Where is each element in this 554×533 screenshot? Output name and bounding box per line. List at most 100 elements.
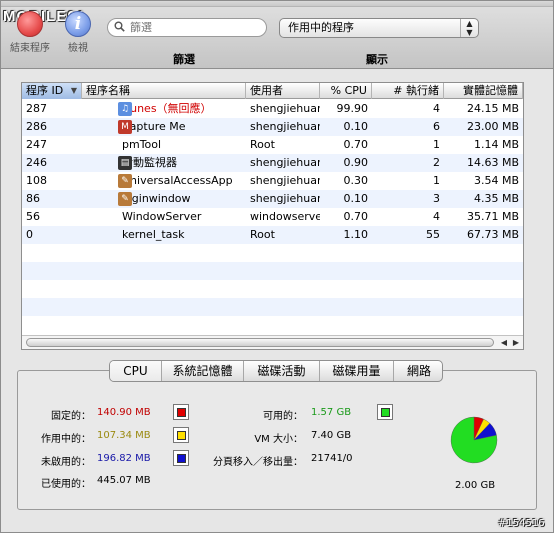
scroll-left-arrow-icon[interactable]: ◀ (498, 337, 510, 349)
column-header-cpu[interactable]: % CPU (320, 83, 372, 99)
inspect-label: 檢視 (68, 43, 88, 54)
cell-user: shengjiehuar (250, 192, 320, 205)
wired-value: 140.90 MB (97, 407, 151, 418)
page-ins-outs-value: 21741/0 (311, 453, 353, 464)
memory-pie-chart (450, 416, 498, 464)
column-header-pid-label: 程序 ID (26, 84, 64, 97)
cell-pid: 287 (26, 102, 47, 115)
cell-pid: 246 (26, 156, 47, 169)
cell-cpu: 0.10 (343, 192, 369, 205)
table-row[interactable]: 287 iTunes（無回應） shengjiehuar 99.90 4 24.15 MB… (22, 100, 523, 118)
column-header-memory[interactable]: 實體記憶體 (444, 83, 523, 99)
inactive-color-swatch[interactable] (173, 450, 189, 466)
table-row[interactable]: 56 WindowServer windowserve 0.70 4 35.71 MB (22, 208, 523, 226)
sort-descending-icon: ▼ (70, 86, 77, 95)
info-icon: i (65, 11, 91, 37)
empty-row (22, 280, 523, 298)
vm-size-value: 7.40 GB (311, 430, 352, 441)
cell-cpu: 99.90 (336, 102, 369, 115)
filter-input[interactable] (130, 20, 260, 35)
table-row[interactable]: 247 pmTool Root 0.70 1 1.14 MB (22, 136, 523, 154)
cell-name: pmTool (122, 138, 162, 151)
tab-network[interactable]: 網路 (394, 361, 442, 381)
vm-size-label: VM 大小： (254, 434, 303, 445)
column-header-name[interactable]: 程序名稱 (82, 83, 246, 99)
table-row[interactable]: 0 kernel_task Root 1.10 55 67.73 MB (22, 226, 523, 244)
active-color-swatch[interactable] (173, 427, 189, 443)
cell-name: UniversalAccessApp (122, 174, 233, 187)
cell-memory: 14.63 MB (466, 156, 519, 169)
free-label: 可用的： (263, 411, 303, 422)
tab-system-memory[interactable]: 系統記憶體 (162, 361, 244, 381)
quit-process-label: 結束程序 (10, 43, 50, 54)
cell-user: windowserve (250, 210, 320, 223)
table-row[interactable]: 86 loginwindow shengjiehuar 0.10 3 4.35 MB ✎ (22, 190, 523, 208)
info-tab-bar: CPU 系統記憶體 磁碟活動 磁碟用量 網路 (109, 360, 443, 382)
total-memory-value: 2.00 GB (455, 480, 496, 491)
cell-user: shengjiehuar (250, 174, 320, 187)
inactive-label: 未啟用的： (41, 457, 91, 468)
cell-threads: 6 (433, 120, 440, 133)
process-type-value: 作用中的程序 (288, 21, 354, 34)
page-ins-outs-label: 分頁移入／移出量： (213, 457, 303, 468)
cell-threads: 1 (433, 174, 440, 187)
cell-name: iTunes（無回應） (122, 102, 212, 115)
cell-user: Root (250, 138, 275, 151)
empty-row (22, 316, 523, 334)
toolbar: MOBILE01 結束程序 i 檢視 篩選 作用中的程序 ▲▼ 顯示 (1, 7, 553, 69)
horizontal-scrollbar[interactable]: ◀ ▶ (22, 335, 523, 349)
display-label: 顯示 (366, 53, 388, 66)
table-row[interactable]: 286 Capture Me shengjiehuar 0.10 6 23.00 MB M (22, 118, 523, 136)
scrollbar-thumb[interactable] (26, 338, 494, 347)
filter-search-box[interactable] (107, 18, 267, 37)
universal-access-icon: ✎ (118, 174, 132, 188)
cell-cpu: 0.30 (343, 174, 369, 187)
cell-pid: 286 (26, 120, 47, 133)
loginwindow-icon: ✎ (118, 192, 132, 206)
table-header: 程序 ID ▼ 程序名稱 使用者 % CPU # 執行緒 實體記憶體 (22, 83, 523, 99)
cell-threads: 4 (433, 210, 440, 223)
filter-label: 篩選 (173, 53, 195, 66)
cell-threads: 4 (433, 102, 440, 115)
process-table: 程序 ID ▼ 程序名稱 使用者 % CPU # 執行緒 實體記憶體 287 iT… (21, 82, 524, 350)
cell-name: Capture Me (122, 120, 186, 133)
tab-disk-activity[interactable]: 磁碟活動 (244, 361, 320, 381)
empty-row (22, 244, 523, 262)
column-header-user[interactable]: 使用者 (246, 83, 320, 99)
itunes-icon: ♫ (118, 102, 132, 116)
search-icon (114, 21, 125, 32)
stop-sign-icon (17, 11, 43, 37)
quit-process-button[interactable]: 結束程序 (5, 11, 55, 54)
cell-pid: 56 (26, 210, 40, 223)
activity-monitor-icon: ▤ (118, 156, 132, 170)
cell-threads: 3 (433, 192, 440, 205)
active-value: 107.34 MB (97, 430, 151, 441)
activity-monitor-window: MOBILE01 結束程序 i 檢視 篩選 作用中的程序 ▲▼ 顯示 程序 ID (0, 0, 554, 533)
tab-cpu[interactable]: CPU (110, 361, 162, 381)
process-type-select[interactable]: 作用中的程序 ▲ ▼ (279, 18, 479, 38)
cell-memory: 3.54 MB (473, 174, 519, 187)
cell-memory: 24.15 MB (466, 102, 519, 115)
empty-row (22, 262, 523, 280)
column-header-threads[interactable]: # 執行緒 (372, 83, 444, 99)
free-color-swatch[interactable] (377, 404, 393, 420)
updown-arrows-icon: ▲ ▼ (460, 19, 478, 37)
cell-user: Root (250, 228, 275, 241)
cell-cpu: 1.10 (343, 228, 369, 241)
wired-label: 固定的： (51, 411, 91, 422)
used-value: 445.07 MB (97, 475, 151, 486)
wired-color-swatch[interactable] (173, 404, 189, 420)
table-row[interactable]: 108 UniversalAccessApp shengjiehuar 0.30 1 3.… (22, 172, 523, 190)
cell-cpu: 0.10 (343, 120, 369, 133)
cell-threads: 2 (433, 156, 440, 169)
scroll-right-arrow-icon[interactable]: ▶ (510, 337, 522, 349)
capture-me-icon: M (118, 120, 132, 134)
tab-disk-usage[interactable]: 磁碟用量 (320, 361, 394, 381)
column-header-pid[interactable]: 程序 ID ▼ (22, 83, 82, 99)
cell-threads: 55 (426, 228, 440, 241)
cell-pid: 247 (26, 138, 47, 151)
cell-memory: 1.14 MB (473, 138, 519, 151)
cell-pid: 86 (26, 192, 40, 205)
inspect-button[interactable]: i 檢視 (59, 11, 97, 54)
table-row[interactable]: 246 活動監視器 shengjiehuar 0.90 2 14.63 MB ▤ (22, 154, 523, 172)
